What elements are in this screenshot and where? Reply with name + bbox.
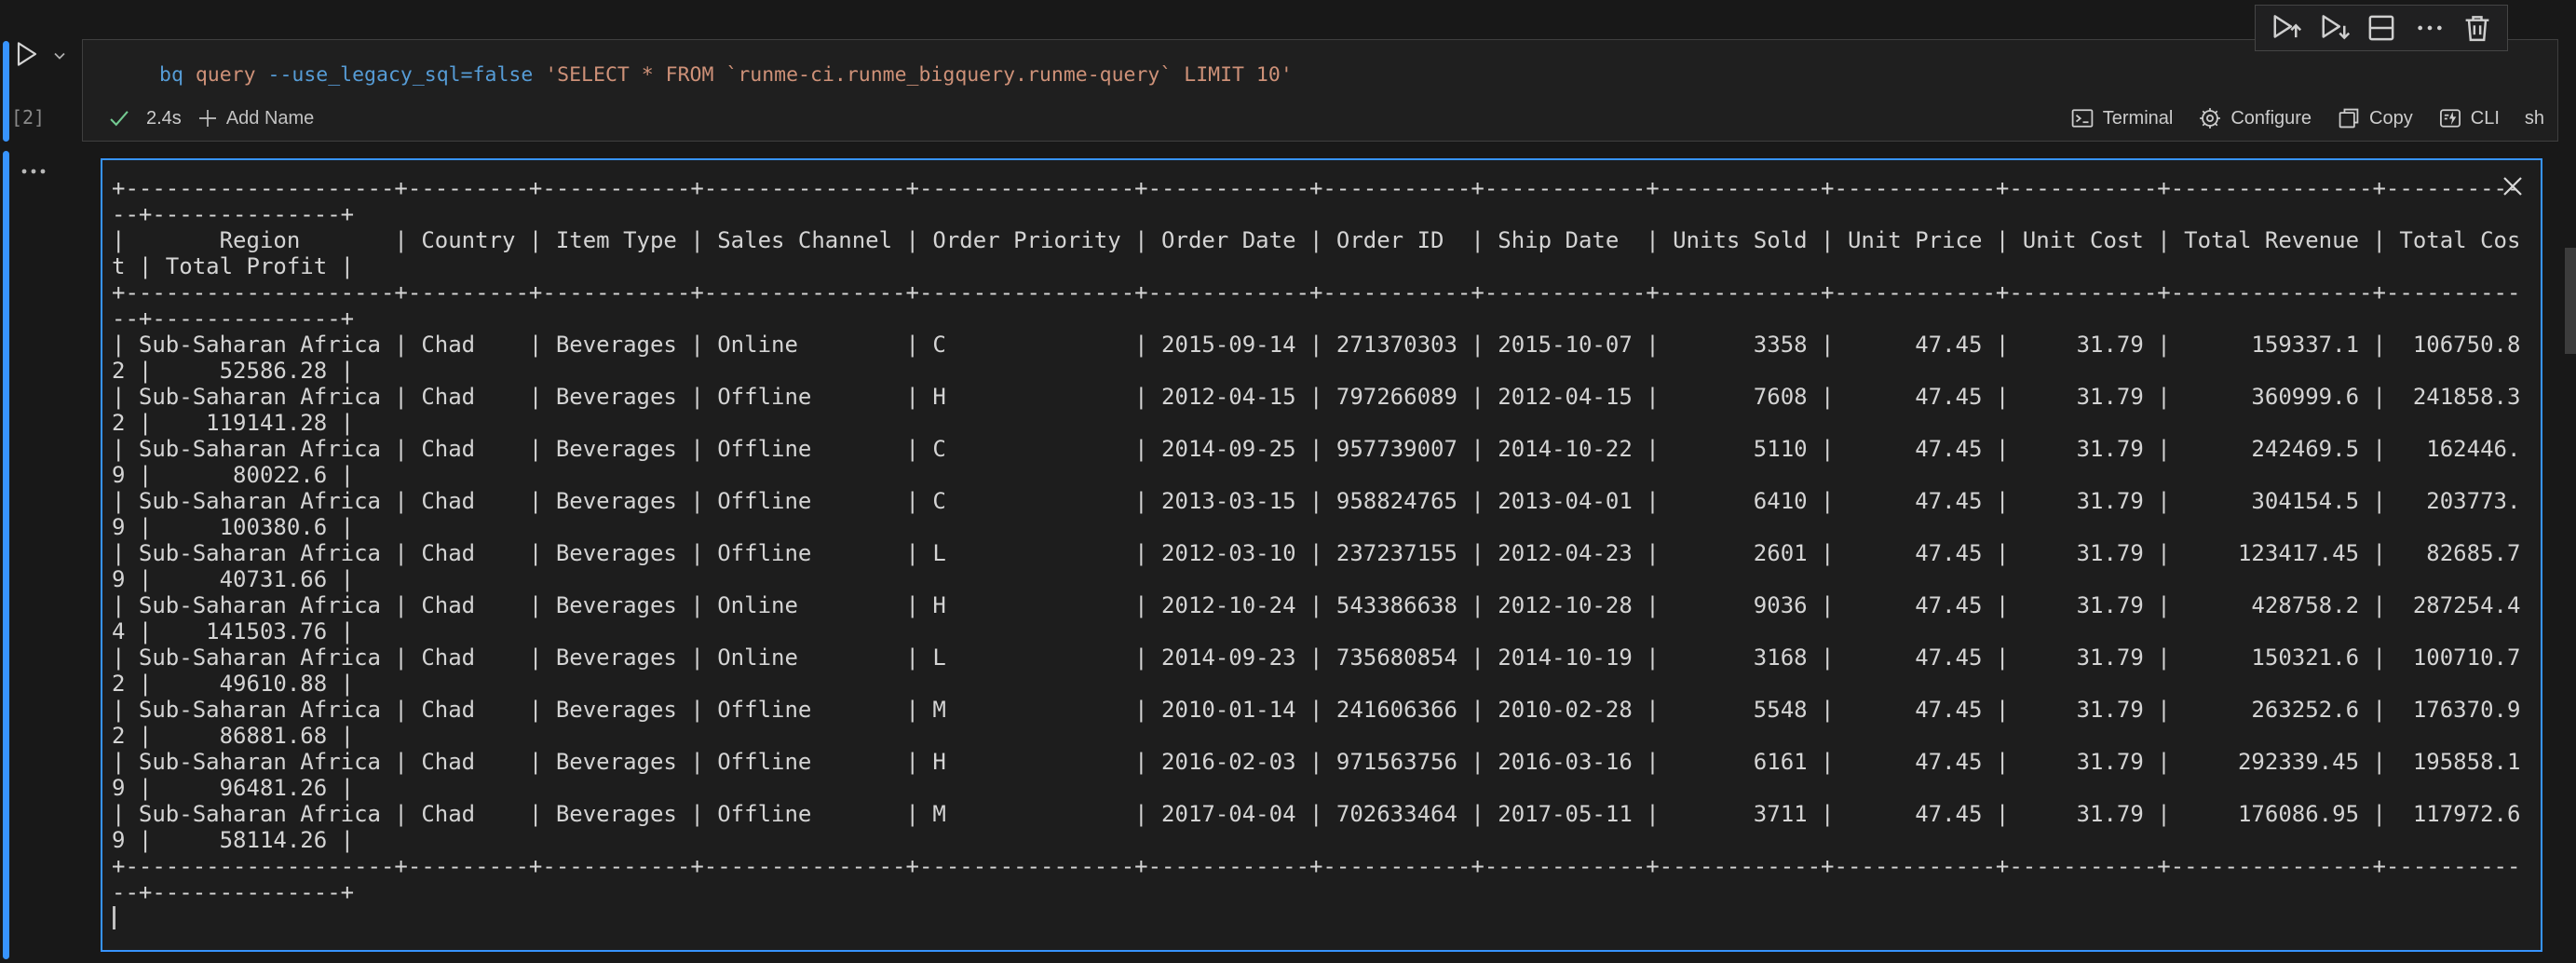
copy-icon <box>2337 106 2361 130</box>
language-picker[interactable]: sh <box>2525 108 2544 129</box>
split-cell-icon <box>2365 11 2398 45</box>
language-label: sh <box>2525 108 2544 129</box>
terminal-output[interactable]: +--------------------+---------+--------… <box>101 158 2542 952</box>
copy-action-button[interactable]: Copy <box>2337 106 2413 130</box>
ellipsis-icon <box>2413 11 2447 45</box>
trash-icon <box>2461 11 2494 45</box>
run-cell-button[interactable] <box>11 39 41 69</box>
code-token-flag: --use_legacy_sql=false <box>268 63 534 87</box>
cell-status-bar: 2.4s Add Name <box>83 96 2557 141</box>
play-icon <box>11 39 41 69</box>
execution-order-label: [2] <box>7 106 48 129</box>
run-above-icon <box>2269 11 2302 45</box>
success-check-icon <box>107 106 131 130</box>
status-bar-left: 2.4s Add Name <box>107 106 314 130</box>
gear-icon <box>2198 106 2222 130</box>
runme-cli-icon <box>2438 106 2462 130</box>
code-token-command: bq <box>159 63 183 87</box>
plus-icon <box>197 107 219 129</box>
code-token-subcommand: query <box>183 63 268 87</box>
execute-cell-and-below-button[interactable] <box>2315 9 2352 47</box>
terminal-cursor <box>113 906 115 929</box>
configure-action-button[interactable]: Configure <box>2198 106 2312 130</box>
terminal-icon <box>2070 106 2095 130</box>
close-output-button[interactable] <box>2498 171 2528 201</box>
chevron-down-icon <box>50 47 69 65</box>
status-bar-right: Terminal Configure <box>2070 106 2544 130</box>
more-cell-actions-button[interactable] <box>2411 9 2448 47</box>
configure-action-label: Configure <box>2230 108 2312 129</box>
copy-action-label: Copy <box>2369 108 2413 129</box>
terminal-output-text: +--------------------+---------+--------… <box>112 175 2520 905</box>
execute-above-button[interactable] <box>2267 9 2304 47</box>
run-options-dropdown[interactable] <box>50 47 69 65</box>
code-token-string: 'SELECT * FROM `runme-ci.runme_bigquery.… <box>533 63 1292 87</box>
output-focus-bar <box>3 151 9 959</box>
split-cell-button[interactable] <box>2363 9 2400 47</box>
close-icon <box>2498 171 2528 201</box>
terminal-action-button[interactable]: Terminal <box>2070 106 2174 130</box>
cli-action-label: CLI <box>2471 108 2500 129</box>
code-editor-line[interactable]: bq query --use_legacy_sql=false 'SELECT … <box>159 62 1293 88</box>
output-more-actions-button[interactable] <box>19 162 56 181</box>
code-cell[interactable]: bq query --use_legacy_sql=false 'SELECT … <box>82 39 2558 142</box>
notebook-cell-view: [2] <box>0 0 2576 963</box>
execution-duration: 2.4s <box>146 108 182 129</box>
run-below-icon <box>2317 11 2351 45</box>
add-name-button[interactable]: Add Name <box>197 107 315 129</box>
ellipsis-icon <box>19 166 56 177</box>
terminal-action-label: Terminal <box>2103 108 2174 129</box>
scrollbar-thumb[interactable] <box>2565 248 2576 354</box>
delete-cell-button[interactable] <box>2459 9 2496 47</box>
cell-toolbar <box>2255 5 2508 51</box>
cli-action-button[interactable]: CLI <box>2438 106 2500 130</box>
add-name-label: Add Name <box>226 108 315 129</box>
